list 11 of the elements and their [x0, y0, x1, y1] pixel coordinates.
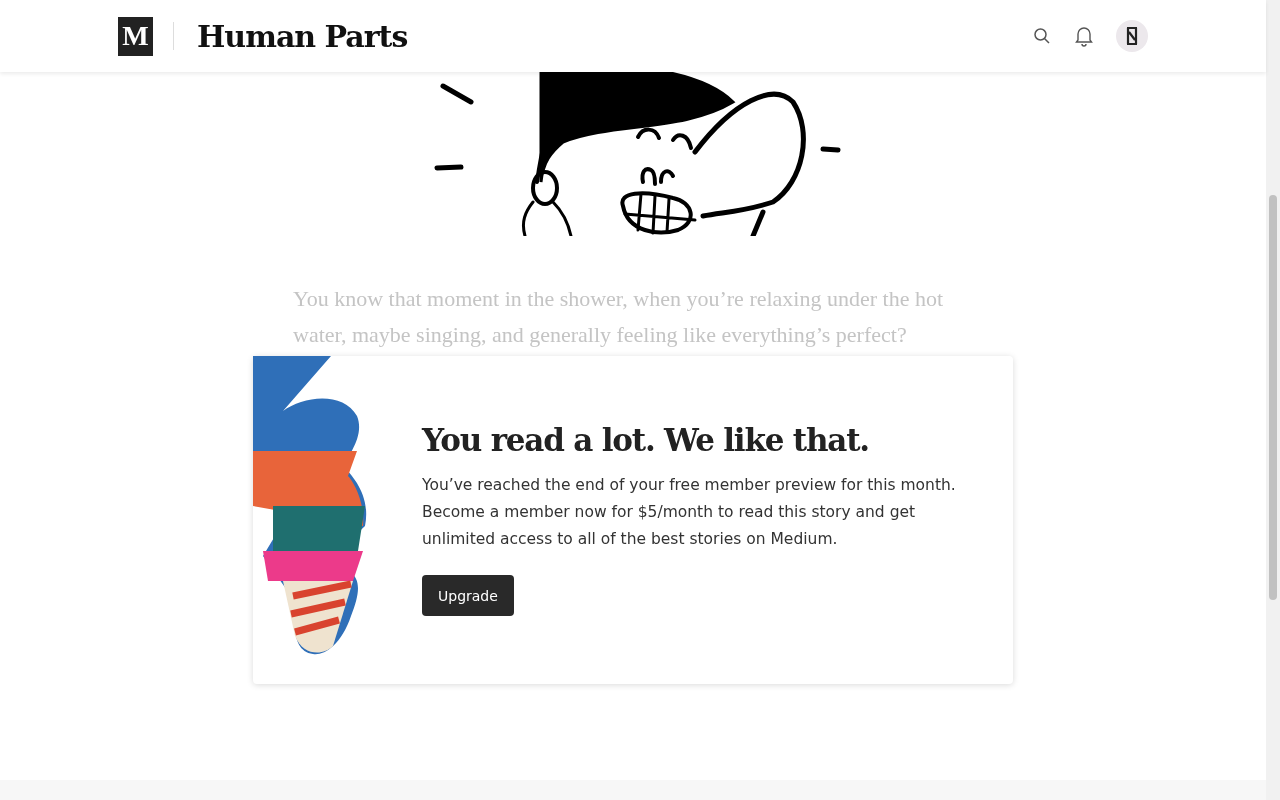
avatar-icon[interactable]: [1116, 20, 1148, 52]
article-intro: You know that moment in the shower, when you’re relaxing under the hot water, maybe singing, and generally feeling like everything’s perfect?: [293, 285, 945, 349]
publication-title[interactable]: Human Parts: [197, 18, 408, 54]
paywall-heading: You read a lot. We like that.: [422, 422, 870, 458]
scrollbar-thumb[interactable]: [1269, 195, 1277, 600]
paywall-message: You’ve reached the end of your free member preview for this month. Become a member now for $5/month to read this story and get unlimited access to all of the best stories on Medium.: [422, 475, 957, 550]
scrollbar[interactable]: [1266, 0, 1280, 800]
search-icon[interactable]: [1032, 26, 1052, 46]
upgrade-button[interactable]: Upgrade: [422, 575, 514, 616]
bell-icon[interactable]: [1074, 25, 1094, 47]
medium-logo[interactable]: M: [118, 16, 153, 56]
